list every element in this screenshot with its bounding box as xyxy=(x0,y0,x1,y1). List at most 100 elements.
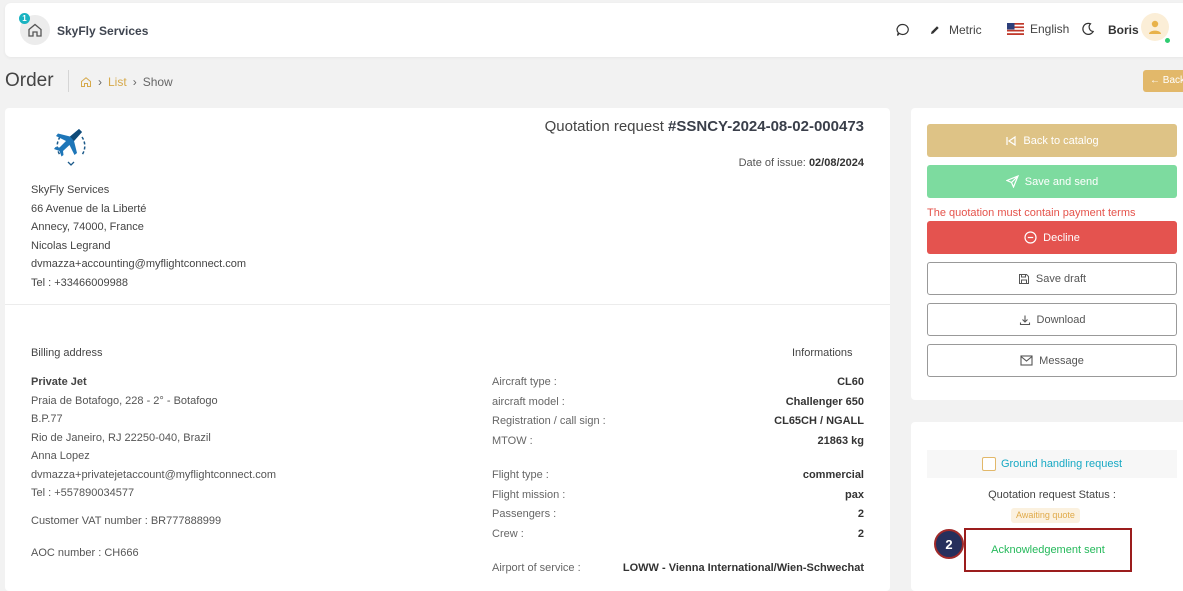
info-row: Crew : 2 xyxy=(492,528,864,540)
back-button[interactable]: ← Back xyxy=(1143,70,1183,92)
company-line: Tel : +33466009988 xyxy=(31,276,128,289)
floppy-disk-icon xyxy=(1018,273,1029,284)
user-name[interactable]: Boris xyxy=(1108,23,1139,37)
billing-line: Anna Lopez xyxy=(31,450,90,462)
message-button[interactable]: Message xyxy=(927,344,1177,377)
quotation-status-label: Quotation request Status : xyxy=(988,489,1116,501)
billing-line: Rio de Janeiro, RJ 22250-040, Brazil xyxy=(31,431,211,444)
info-label: aircraft model : xyxy=(492,395,565,408)
info-value: 2 xyxy=(857,508,864,520)
save-and-send-label: Save and send xyxy=(1024,175,1099,188)
info-row: Aircraft type : CL60 xyxy=(492,376,864,388)
download-icon xyxy=(1019,315,1030,325)
company-line: 66 Avenue de la Liberté xyxy=(31,202,147,215)
language-selector[interactable]: English xyxy=(1007,22,1069,36)
save-draft-button[interactable]: Save draft xyxy=(927,262,1177,295)
send-icon xyxy=(1005,175,1019,188)
info-label: Aircraft type : xyxy=(492,376,557,388)
chevron-right-icon: › xyxy=(98,75,102,89)
message-label: Message xyxy=(1039,354,1084,367)
section-divider xyxy=(5,304,890,305)
company-line: Annecy, 74000, France xyxy=(31,221,144,233)
home-icon xyxy=(28,23,42,37)
chevron-right-icon: › xyxy=(132,75,137,89)
envelope-icon xyxy=(1020,355,1033,366)
info-label: Flight type : xyxy=(492,469,549,481)
online-status-dot xyxy=(1164,37,1171,44)
quotation-title: Quotation request #SSNCY-2024-08-02-0004… xyxy=(545,118,864,135)
download-label: Download xyxy=(1036,313,1086,326)
info-row: Airport of service : LOWW - Vienna Intern… xyxy=(492,562,864,574)
company-name: SkyFly Services xyxy=(31,184,110,196)
info-label: Flight mission : xyxy=(492,488,566,501)
ground-handling-checkbox[interactable] xyxy=(981,457,996,471)
info-row: Flight mission : pax xyxy=(492,489,864,501)
minus-circle-icon xyxy=(1024,231,1037,244)
breadcrumb-list-link[interactable]: List xyxy=(108,75,127,89)
page-title: Order xyxy=(5,70,54,91)
info-value: 2 xyxy=(857,527,864,540)
back-to-catalog-label: Back to catalog xyxy=(1023,134,1099,147)
info-label: Airport of service : xyxy=(492,562,581,574)
skip-back-icon xyxy=(1006,135,1016,146)
info-row: Registration / call sign : CL65CH / NGALL xyxy=(492,415,864,427)
us-flag-icon xyxy=(1007,23,1024,35)
info-value: 21863 kg xyxy=(817,434,864,447)
info-value: commercial xyxy=(802,469,864,481)
brand-name: SkyFly Services xyxy=(57,24,149,38)
info-value: CL60 xyxy=(837,376,864,388)
home-icon[interactable] xyxy=(80,76,92,88)
decline-label: Decline xyxy=(1043,231,1080,244)
date-label: Date of issue: xyxy=(738,157,806,169)
ground-handling-label: Ground handling request xyxy=(1000,458,1123,470)
billing-address: Private Jet Praia de Botafogo, 228 - 2° … xyxy=(31,373,276,503)
step-number-marker: 2 xyxy=(934,529,964,559)
title-divider xyxy=(68,70,69,92)
info-row: Passengers : 2 xyxy=(492,508,864,520)
pencil-icon xyxy=(931,26,939,34)
date-value: 02/08/2024 xyxy=(808,157,864,169)
save-draft-label: Save draft xyxy=(1035,272,1087,285)
info-row: Flight type : commercial xyxy=(492,469,864,481)
notification-badge[interactable]: 1 xyxy=(19,13,30,24)
download-button[interactable]: Download xyxy=(927,303,1177,336)
units-label: Metric xyxy=(949,23,982,37)
airplane-logo-icon xyxy=(54,129,86,166)
billing-line: Tel : +557890034577 xyxy=(31,487,135,499)
company-line: dvmazza+accounting@myflightconnect.com xyxy=(31,258,247,270)
billing-heading: Billing address xyxy=(31,347,103,359)
info-value: LOWW - Vienna International/Wien-Schwech… xyxy=(622,562,864,574)
billing-name: Private Jet xyxy=(31,376,87,388)
acknowledgement-sent-status[interactable]: Acknowledgement sent xyxy=(964,528,1132,572)
billing-line: B.P.77 xyxy=(31,413,63,425)
breadcrumb-current: Show xyxy=(142,75,173,89)
info-label: MTOW : xyxy=(492,434,533,447)
payment-terms-warning: The quotation must contain payment terms xyxy=(927,207,1136,219)
dark-mode-toggle[interactable] xyxy=(1081,22,1095,36)
moon-icon xyxy=(1082,22,1095,35)
chat-button[interactable] xyxy=(896,23,910,37)
save-and-send-button[interactable]: Save and send xyxy=(927,165,1177,198)
info-value: Challenger 650 xyxy=(785,395,864,408)
date-of-issue: Date of issue: 02/08/2024 xyxy=(739,157,864,169)
user-icon xyxy=(1149,20,1161,34)
ground-handling-request[interactable]: Ground handling request xyxy=(927,450,1177,478)
info-label: Registration / call sign : xyxy=(492,415,606,427)
back-to-catalog-button[interactable]: Back to catalog xyxy=(927,124,1177,157)
billing-line: Praia de Botafogo, 228 - 2° - Botafogo xyxy=(31,394,218,407)
chat-bubble-icon xyxy=(896,23,909,36)
units-toggle[interactable]: Metric xyxy=(929,23,982,37)
billing-line: dvmazza+privatejetaccount@myflightconnec… xyxy=(31,468,277,481)
info-value: pax xyxy=(845,488,864,501)
language-label: English xyxy=(1030,22,1070,36)
info-label: Passengers : xyxy=(492,508,557,520)
status-badge: Awaiting quote xyxy=(1011,508,1080,523)
decline-button[interactable]: Decline xyxy=(927,221,1177,254)
info-value: CL65CH / NGALL xyxy=(774,415,864,427)
vat-number: Customer VAT number : BR777888999 xyxy=(31,515,222,527)
company-line: Nicolas Legrand xyxy=(31,239,111,252)
breadcrumb: › List › Show xyxy=(80,75,173,89)
aoc-number: AOC number : CH666 xyxy=(31,547,139,559)
info-label: Crew : xyxy=(492,527,524,540)
informations-heading: Informations xyxy=(792,347,853,359)
